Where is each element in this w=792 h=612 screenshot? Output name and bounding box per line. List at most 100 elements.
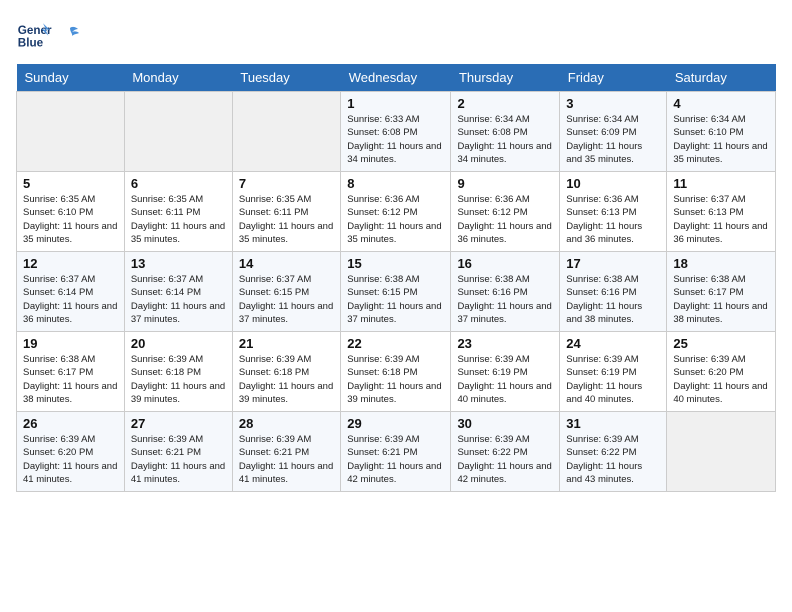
calendar-cell: 2 Sunrise: 6:34 AM Sunset: 6:08 PM Daylig…: [451, 92, 560, 172]
day-info: Sunrise: 6:36 AM Sunset: 6:12 PM Dayligh…: [457, 193, 553, 246]
day-number: 9: [457, 176, 553, 191]
calendar-cell: 21Sunrise: 6:39 AM Sunset: 6:18 PM Dayli…: [232, 332, 340, 412]
day-number: 3: [566, 96, 660, 111]
calendar-cell: [232, 92, 340, 172]
day-info: Sunrise: 6:39 AM Sunset: 6:18 PM Dayligh…: [131, 353, 226, 406]
calendar-cell: 7 Sunrise: 6:35 AM Sunset: 6:11 PM Daylig…: [232, 172, 340, 252]
calendar-cell: 18 Sunrise: 6:38 AM Sunset: 6:17 PM Dayli…: [667, 252, 776, 332]
day-info: Sunrise: 6:35 AM Sunset: 6:11 PM Dayligh…: [239, 193, 334, 246]
day-info: Sunrise: 6:37 AM Sunset: 6:15 PM Dayligh…: [239, 273, 334, 326]
calendar-cell: 28 Sunrise: 6:39 AM Sunset: 6:21 PM Dayli…: [232, 412, 340, 492]
day-info: Sunrise: 6:38 AM Sunset: 6:17 PM Dayligh…: [23, 353, 118, 406]
weekday-header-wednesday: Wednesday: [341, 64, 451, 92]
logo-icon: General Blue: [16, 16, 52, 52]
calendar-cell: 14 Sunrise: 6:37 AM Sunset: 6:15 PM Dayli…: [232, 252, 340, 332]
day-number: 29: [347, 416, 444, 431]
calendar-cell: 22 Sunrise: 6:39 AM Sunset: 6:18 PM Dayli…: [341, 332, 451, 412]
day-info: Sunrise: 6:35 AM Sunset: 6:11 PM Dayligh…: [131, 193, 226, 246]
day-info: Sunrise: 6:39 AM Sunset: 6:19 PM Dayligh…: [566, 353, 660, 406]
calendar-cell: [124, 92, 232, 172]
day-info: Sunrise: 6:39 AM Sunset: 6:20 PM Dayligh…: [23, 433, 118, 486]
calendar-cell: 31 Sunrise: 6:39 AM Sunset: 6:22 PM Dayli…: [560, 412, 667, 492]
day-number: 24: [566, 336, 660, 351]
calendar-cell: 29 Sunrise: 6:39 AM Sunset: 6:21 PM Dayli…: [341, 412, 451, 492]
day-number: 2: [457, 96, 553, 111]
day-info: Sunrise: 6:38 AM Sunset: 6:17 PM Dayligh…: [673, 273, 769, 326]
svg-text:General: General: [18, 24, 52, 37]
calendar-cell: 9 Sunrise: 6:36 AM Sunset: 6:12 PM Daylig…: [451, 172, 560, 252]
day-info: Sunrise: 6:39 AM Sunset: 6:19 PM Dayligh…: [457, 353, 553, 406]
day-number: 4: [673, 96, 769, 111]
weekday-header-friday: Friday: [560, 64, 667, 92]
day-info: Sunrise: 6:39 AM Sunset: 6:21 PM Dayligh…: [239, 433, 334, 486]
day-number: 30: [457, 416, 553, 431]
calendar-cell: 5 Sunrise: 6:35 AM Sunset: 6:10 PM Daylig…: [17, 172, 125, 252]
calendar-cell: 26 Sunrise: 6:39 AM Sunset: 6:20 PM Dayli…: [17, 412, 125, 492]
day-number: 31: [566, 416, 660, 431]
page-header: General Blue: [16, 16, 776, 52]
weekday-header-saturday: Saturday: [667, 64, 776, 92]
day-number: 10: [566, 176, 660, 191]
calendar-cell: 20 Sunrise: 6:39 AM Sunset: 6:18 PM Dayli…: [124, 332, 232, 412]
day-info: Sunrise: 6:38 AM Sunset: 6:15 PM Dayligh…: [347, 273, 444, 326]
day-info: Sunrise: 6:34 AM Sunset: 6:10 PM Dayligh…: [673, 113, 769, 166]
weekday-header-tuesday: Tuesday: [232, 64, 340, 92]
day-info: Sunrise: 6:39 AM Sunset: 6:18 PM Dayligh…: [347, 353, 444, 406]
calendar-cell: 17Sunrise: 6:38 AM Sunset: 6:16 PM Dayli…: [560, 252, 667, 332]
day-info: Sunrise: 6:37 AM Sunset: 6:13 PM Dayligh…: [673, 193, 769, 246]
day-info: Sunrise: 6:37 AM Sunset: 6:14 PM Dayligh…: [131, 273, 226, 326]
calendar-cell: 27Sunrise: 6:39 AM Sunset: 6:21 PM Dayli…: [124, 412, 232, 492]
day-number: 17: [566, 256, 660, 271]
day-number: 26: [23, 416, 118, 431]
day-number: 16: [457, 256, 553, 271]
day-number: 19: [23, 336, 118, 351]
day-number: 23: [457, 336, 553, 351]
day-info: Sunrise: 6:34 AM Sunset: 6:09 PM Dayligh…: [566, 113, 660, 166]
day-info: Sunrise: 6:34 AM Sunset: 6:08 PM Dayligh…: [457, 113, 553, 166]
day-info: Sunrise: 6:37 AM Sunset: 6:14 PM Dayligh…: [23, 273, 118, 326]
calendar-cell: 23 Sunrise: 6:39 AM Sunset: 6:19 PM Dayli…: [451, 332, 560, 412]
day-number: 8: [347, 176, 444, 191]
day-number: 6: [131, 176, 226, 191]
calendar-cell: 1 Sunrise: 6:33 AM Sunset: 6:08 PM Daylig…: [341, 92, 451, 172]
day-number: 1: [347, 96, 444, 111]
calendar-cell: 25Sunrise: 6:39 AM Sunset: 6:20 PM Dayli…: [667, 332, 776, 412]
day-number: 12: [23, 256, 118, 271]
day-number: 7: [239, 176, 334, 191]
day-number: 21: [239, 336, 334, 351]
weekday-header-thursday: Thursday: [451, 64, 560, 92]
day-number: 14: [239, 256, 334, 271]
calendar-cell: 19 Sunrise: 6:38 AM Sunset: 6:17 PM Dayli…: [17, 332, 125, 412]
day-number: 11: [673, 176, 769, 191]
day-info: Sunrise: 6:35 AM Sunset: 6:10 PM Dayligh…: [23, 193, 118, 246]
calendar-cell: [17, 92, 125, 172]
logo: General Blue: [16, 16, 80, 52]
svg-text:Blue: Blue: [18, 37, 44, 50]
day-number: 15: [347, 256, 444, 271]
day-number: 28: [239, 416, 334, 431]
calendar-cell: 13 Sunrise: 6:37 AM Sunset: 6:14 PM Dayli…: [124, 252, 232, 332]
day-number: 5: [23, 176, 118, 191]
day-info: Sunrise: 6:39 AM Sunset: 6:22 PM Dayligh…: [457, 433, 553, 486]
day-number: 13: [131, 256, 226, 271]
day-info: Sunrise: 6:38 AM Sunset: 6:16 PM Dayligh…: [457, 273, 553, 326]
day-info: Sunrise: 6:39 AM Sunset: 6:22 PM Dayligh…: [566, 433, 660, 486]
calendar-cell: 10Sunrise: 6:36 AM Sunset: 6:13 PM Dayli…: [560, 172, 667, 252]
calendar-cell: 8Sunrise: 6:36 AM Sunset: 6:12 PM Daylig…: [341, 172, 451, 252]
day-info: Sunrise: 6:33 AM Sunset: 6:08 PM Dayligh…: [347, 113, 444, 166]
day-info: Sunrise: 6:39 AM Sunset: 6:20 PM Dayligh…: [673, 353, 769, 406]
calendar-cell: 15 Sunrise: 6:38 AM Sunset: 6:15 PM Dayli…: [341, 252, 451, 332]
day-number: 27: [131, 416, 226, 431]
calendar-cell: [667, 412, 776, 492]
calendar-table: SundayMondayTuesdayWednesdayThursdayFrid…: [16, 64, 776, 492]
calendar-cell: 11 Sunrise: 6:37 AM Sunset: 6:13 PM Dayli…: [667, 172, 776, 252]
day-info: Sunrise: 6:39 AM Sunset: 6:21 PM Dayligh…: [347, 433, 444, 486]
logo-bird-icon: [60, 24, 80, 44]
calendar-cell: 3 Sunrise: 6:34 AM Sunset: 6:09 PM Daylig…: [560, 92, 667, 172]
day-number: 18: [673, 256, 769, 271]
weekday-header-monday: Monday: [124, 64, 232, 92]
calendar-cell: 12 Sunrise: 6:37 AM Sunset: 6:14 PM Dayli…: [17, 252, 125, 332]
day-number: 20: [131, 336, 226, 351]
day-number: 22: [347, 336, 444, 351]
weekday-header-sunday: Sunday: [17, 64, 125, 92]
